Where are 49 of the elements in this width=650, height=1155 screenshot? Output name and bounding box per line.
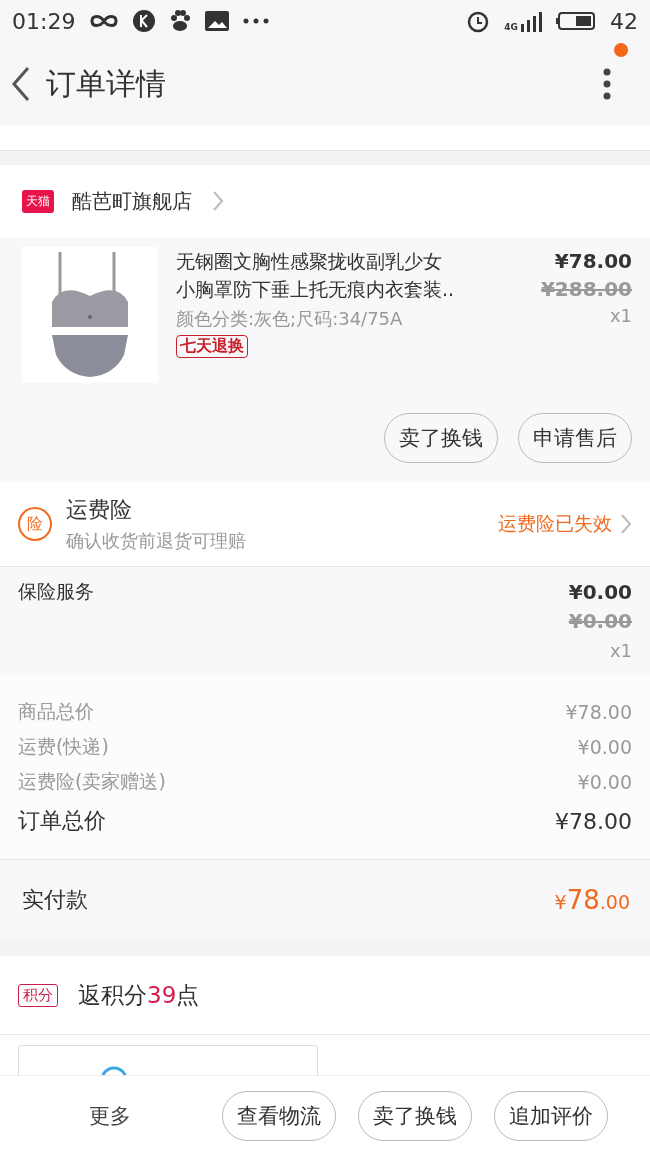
alarm-icon bbox=[466, 9, 491, 33]
payment-label: 实付款 bbox=[22, 886, 88, 914]
insurance-service-label: 保险服务 bbox=[18, 578, 94, 604]
summary-label: 运费(快递) bbox=[18, 734, 109, 759]
product-title[interactable]: 无钢圈文胸性感聚拢收副乳少女小胸罩防下垂上托无痕内衣套装.. bbox=[176, 247, 460, 303]
battery-icon bbox=[556, 11, 596, 31]
battery-level: 42 bbox=[610, 8, 638, 34]
action-button[interactable]: 申请售后 bbox=[518, 413, 632, 463]
summary-label: 运费险(卖家赠送) bbox=[18, 769, 166, 794]
network-label: 4G bbox=[504, 22, 518, 32]
bottom-action-button[interactable]: 追加评价 bbox=[494, 1090, 608, 1141]
back-icon[interactable] bbox=[10, 66, 32, 102]
return-policy-tag: 七天退换 bbox=[176, 335, 248, 358]
product-spec: 颜色分类:灰色;尺码:34/75A bbox=[176, 307, 404, 331]
product-price: ¥78.00 bbox=[554, 249, 632, 273]
insurance-title: 运费险 bbox=[66, 496, 133, 524]
service-price: ¥0.00 bbox=[568, 579, 632, 604]
payment-amount: ¥78.00 bbox=[554, 885, 630, 915]
insurance-subtitle: 确认收货前退货可理赔 bbox=[66, 529, 247, 553]
bottom-action-button[interactable]: 卖了换钱 bbox=[358, 1090, 472, 1141]
infinity-icon bbox=[89, 13, 120, 29]
summary-value: ¥0.00 bbox=[577, 771, 632, 793]
paw-icon bbox=[169, 10, 192, 32]
points-text: 返积分39点 bbox=[78, 980, 200, 1010]
tmall-badge: 天猫 bbox=[22, 189, 54, 213]
chevron-right-icon bbox=[620, 513, 632, 535]
product-quantity: x1 bbox=[609, 305, 632, 326]
more-link[interactable]: 更多 bbox=[20, 1101, 200, 1130]
k-app-icon bbox=[133, 10, 156, 32]
summary-label: 商品总价 bbox=[18, 699, 94, 724]
more-menu-icon[interactable] bbox=[602, 67, 612, 101]
summary-value: ¥78.00 bbox=[555, 808, 632, 834]
store-name[interactable]: 酷芭町旗舰店 bbox=[72, 187, 192, 215]
points-badge: 积分 bbox=[18, 983, 58, 1007]
summary-label: 订单总价 bbox=[18, 807, 106, 835]
bottom-action-button[interactable]: 查看物流 bbox=[222, 1090, 336, 1141]
signal-icon bbox=[520, 10, 542, 32]
action-button[interactable]: 卖了换钱 bbox=[384, 413, 498, 463]
service-original-price: ¥0.00 bbox=[568, 609, 632, 633]
summary-value: ¥78.00 bbox=[565, 701, 632, 723]
image-icon bbox=[205, 11, 230, 31]
service-quantity: x1 bbox=[609, 639, 632, 661]
chevron-right-icon bbox=[212, 190, 224, 212]
insurance-badge: 险 bbox=[18, 507, 52, 541]
page-title: 订单详情 bbox=[46, 64, 166, 103]
original-price: ¥288.00 bbox=[540, 277, 632, 301]
status-time: 01:29 bbox=[12, 8, 76, 34]
summary-value: ¥0.00 bbox=[577, 736, 632, 758]
more-icon bbox=[243, 18, 270, 24]
